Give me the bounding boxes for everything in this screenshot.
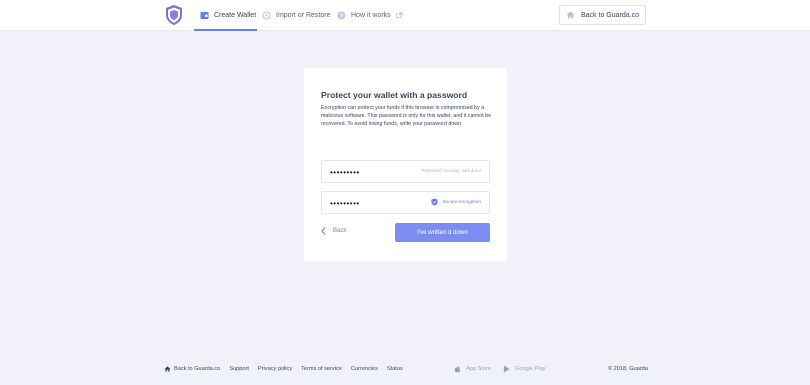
password-card: Protect your wallet with a password Encr… [304,68,507,261]
apple-icon [454,366,461,373]
chevron-left-icon [321,227,326,235]
confirm-password-input[interactable] [330,197,410,209]
tab-create-wallet-label: Create Wallet [214,12,257,19]
secure-encryption-label: Secure encryption [442,199,481,205]
home-icon [164,366,171,372]
back-button[interactable]: Back [321,227,346,235]
external-link-icon [396,12,403,18]
tab-import-restore[interactable]: Import or Restore [262,0,330,31]
password-field[interactable]: Password security: well done [321,160,490,183]
confirm-password-field[interactable]: Secure encryption [321,191,490,214]
tab-how-it-works[interactable]: ? How it works [337,0,403,31]
card-title: Protect your wallet with a password [321,90,468,100]
app-store-link[interactable]: App Store [454,365,491,373]
tab-create-wallet[interactable]: Create Wallet [194,0,257,31]
back-to-guarda-label: Back to Guarda.co [581,11,639,19]
footer-links: Back to Guarda.co Support Privacy policy… [164,366,403,372]
google-play-icon [503,365,510,373]
password-strength-hint: Password security: well done [421,168,481,173]
tab-import-restore-label: Import or Restore [276,12,331,19]
footer: Back to Guarda.co Support Privacy policy… [0,360,810,380]
tab-how-it-works-label: How it works [351,12,391,19]
home-icon [566,11,575,19]
footer-link-currencies[interactable]: Currencies [351,366,378,372]
written-it-down-button[interactable]: I've written it down [395,223,490,242]
copyright: © 2018, Guarda [608,366,648,372]
card-description: Encryption can protect your funds if thi… [321,105,492,128]
google-play-label: Google Play [515,366,546,372]
footer-link-back-to-guarda[interactable]: Back to Guarda.co [164,366,220,372]
password-input[interactable] [330,166,410,178]
footer-link-status[interactable]: Status [387,366,403,372]
question-icon: ? [337,11,346,20]
app-store-label: App Store [466,366,491,372]
footer-link-terms-of-service[interactable]: Terms of service [301,366,342,372]
wallet-icon [200,11,209,20]
top-header: Create Wallet Import or Restore ? How it… [0,0,810,31]
footer-link-support[interactable]: Support [229,366,249,372]
svg-text:?: ? [340,14,344,20]
back-to-guarda-button[interactable]: Back to Guarda.co [559,5,646,25]
secure-encryption-badge: Secure encryption [431,198,481,206]
footer-link-label: Back to Guarda.co [174,366,221,372]
shield-icon [431,198,438,206]
google-play-link[interactable]: Google Play [503,365,545,373]
restore-clock-icon [262,11,271,20]
guarda-shield-logo-icon[interactable] [164,4,184,26]
footer-link-privacy-policy[interactable]: Privacy policy [258,366,292,372]
back-button-label: Back [333,228,347,234]
